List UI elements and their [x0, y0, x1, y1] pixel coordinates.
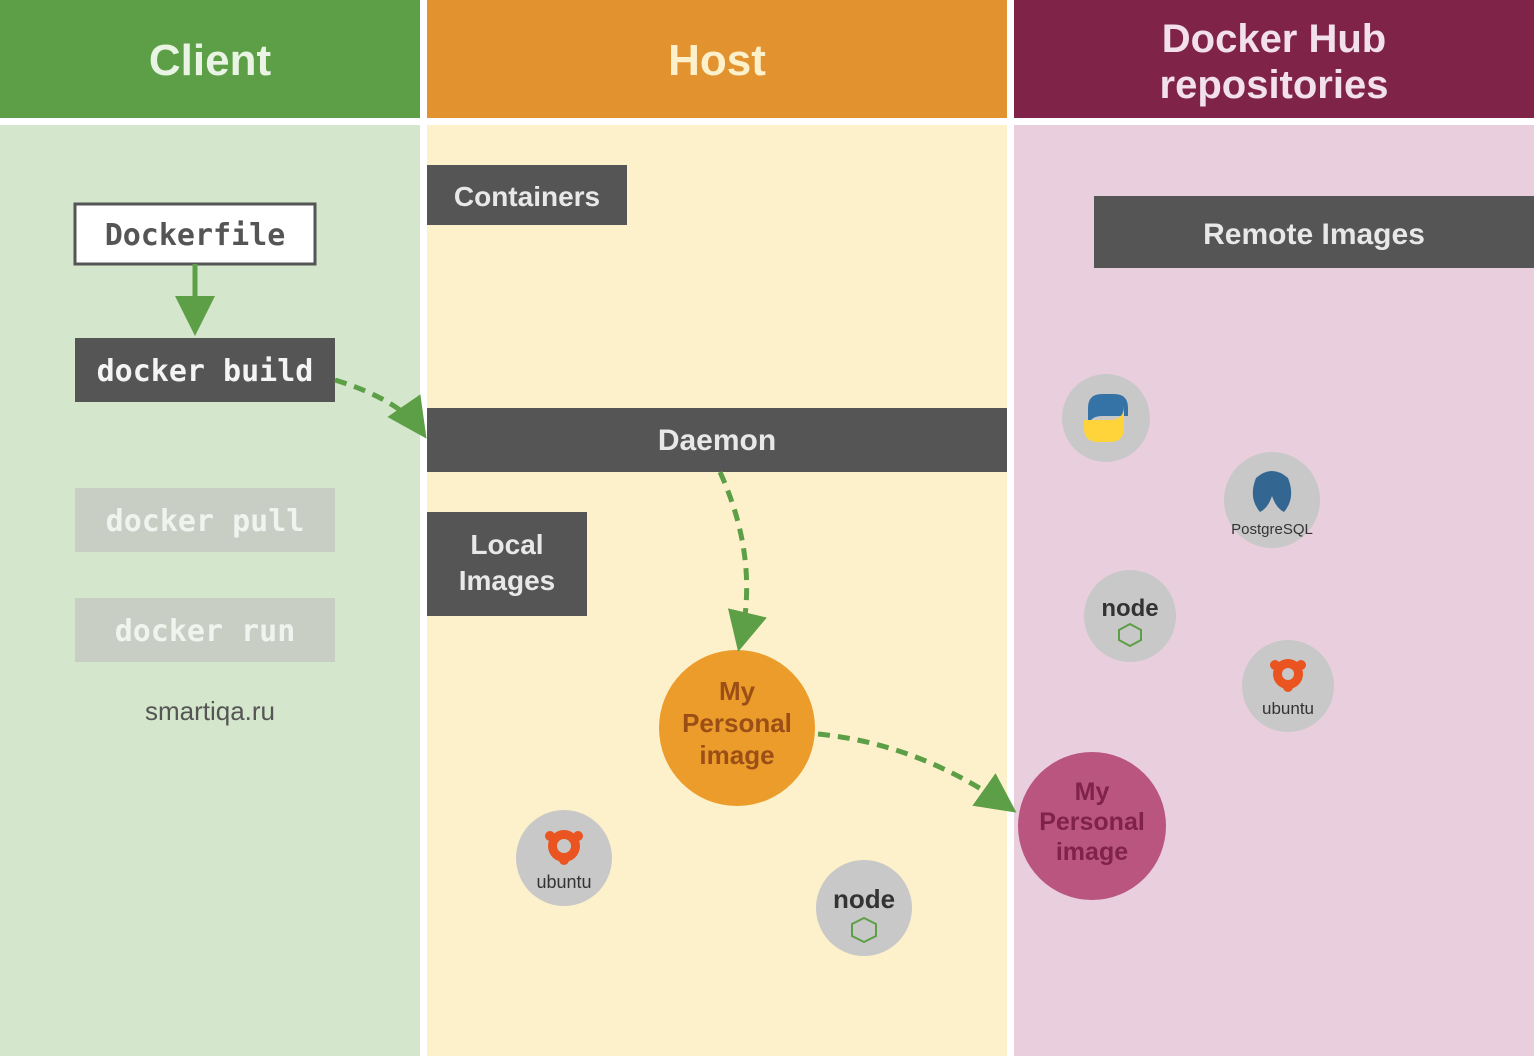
ubuntu-logo-hub-label: ubuntu [1262, 699, 1314, 718]
containers-label: Containers [454, 181, 600, 212]
docker-run-label: docker run [115, 614, 296, 649]
node-logo-hub-label: node [1101, 595, 1158, 622]
node-logo-host: node [816, 860, 912, 956]
local-images-label-box [427, 512, 587, 616]
footer-credit: smartiqa.ru [145, 696, 275, 726]
node-logo-host-label: node [833, 884, 895, 914]
ubuntu-logo-hub: ubuntu [1242, 640, 1334, 732]
docker-pull-label: docker pull [106, 504, 305, 539]
ubuntu-logo-host-label: ubuntu [536, 872, 591, 892]
dockerfile-label: Dockerfile [105, 218, 286, 253]
docker-build-label: docker build [97, 354, 314, 389]
python-logo [1062, 374, 1150, 462]
daemon-label: Daemon [658, 424, 776, 457]
remote-images-label: Remote Images [1203, 218, 1425, 251]
host-title: Host [668, 36, 766, 85]
postgresql-logo: PostgreSQL [1224, 452, 1320, 548]
ubuntu-logo-host: ubuntu [516, 810, 612, 906]
client-title: Client [149, 36, 272, 85]
postgresql-logo-label: PostgreSQL [1231, 521, 1313, 538]
node-logo-hub: node [1084, 570, 1176, 662]
